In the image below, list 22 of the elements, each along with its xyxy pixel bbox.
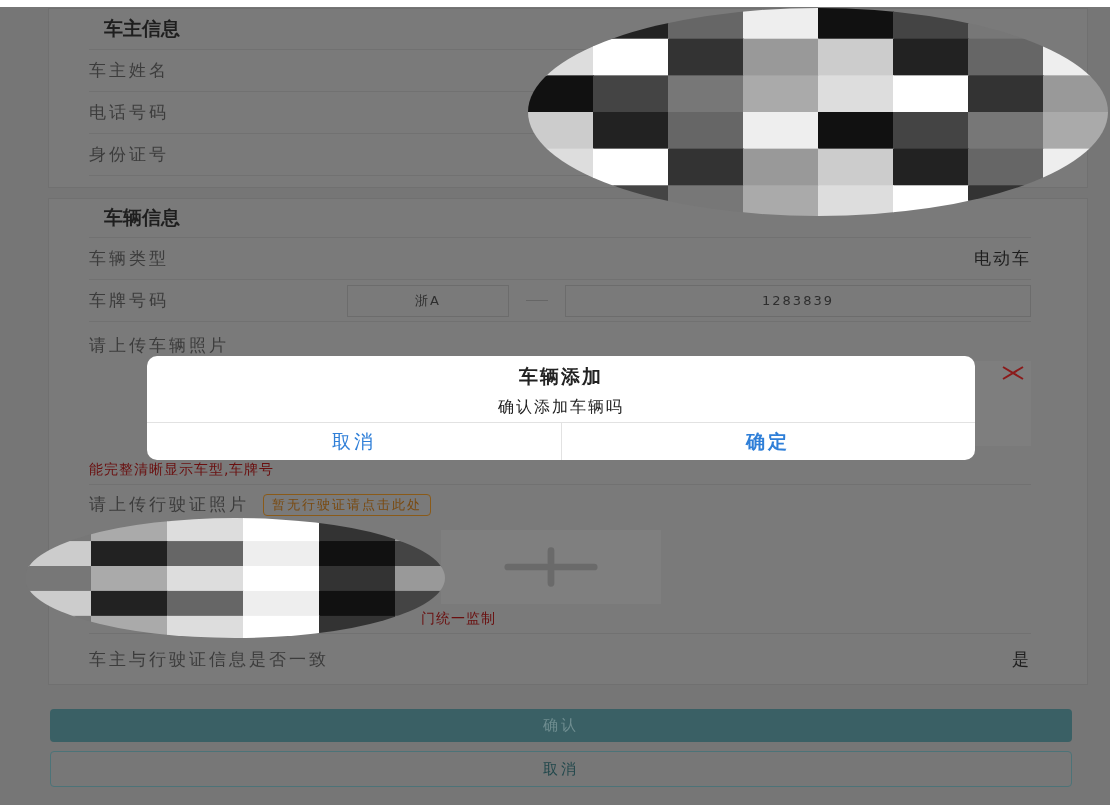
field-label: 请上传车辆照片 xyxy=(89,334,230,357)
dialog-cancel-button[interactable]: 取消 xyxy=(147,423,561,460)
field-label: 车主姓名 xyxy=(89,59,169,82)
dialog-ok-button[interactable]: 确定 xyxy=(560,423,975,460)
hint-text: 门统一监制 xyxy=(420,609,497,628)
field-label: 身份证号 xyxy=(89,143,169,166)
field-label: 电话号码 xyxy=(89,101,169,124)
cancel-button[interactable]: 取消 xyxy=(50,751,1072,787)
plate-prefix-field[interactable]: 浙A xyxy=(347,284,509,317)
field-value[interactable]: 电动车 xyxy=(974,247,1031,270)
field-value[interactable]: 是 xyxy=(1012,647,1031,671)
no-license-link[interactable]: 暂无行驶证请点击此处 xyxy=(263,493,431,516)
hint-text: 能完整清晰显示车型,车牌号 xyxy=(89,460,276,479)
dialog-title: 车辆添加 xyxy=(519,364,603,389)
field-label: 车牌号码 xyxy=(89,289,169,312)
plate-number-field[interactable]: 1283839 xyxy=(565,284,1031,317)
field-label: 车主与行驶证信息是否一致 xyxy=(89,647,329,671)
dialog-message: 确认添加车辆吗 xyxy=(498,397,624,418)
close-icon[interactable] xyxy=(1001,365,1025,381)
field-label: 请上传行驶证照片 xyxy=(89,493,249,516)
field-label: 车辆类型 xyxy=(89,247,169,270)
upload-box[interactable] xyxy=(441,530,661,604)
